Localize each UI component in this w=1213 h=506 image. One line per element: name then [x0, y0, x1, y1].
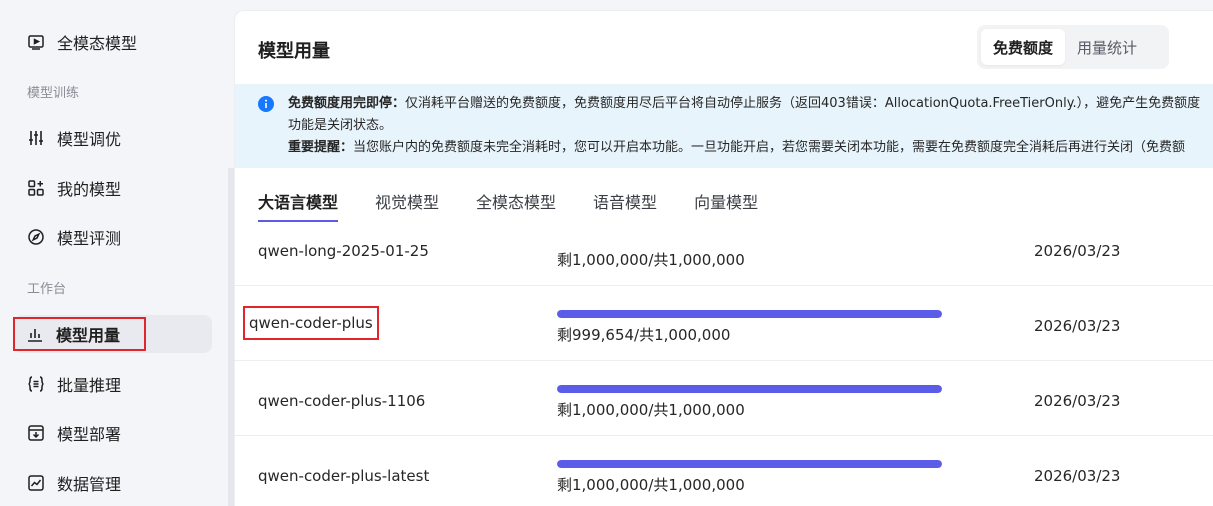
- notice-line-3-text: 当您账户内的免费额度未完全消耗时，您可以开启本功能。一旦功能开启，若您需要关闭本…: [353, 140, 1186, 155]
- table-row: qwen-long-2025-01-25 剩1,000,000/共1,000,0…: [235, 242, 1213, 286]
- compass-icon: [27, 228, 45, 246]
- notice-line-2: 功能是关闭状态。: [288, 118, 393, 133]
- app-root: 全模态模型 模型训练 模型调优 我的模型 模型评测 工作台 模型用量 批量推理 …: [0, 0, 1213, 506]
- expiry-date: 2026/03/23: [1034, 467, 1121, 485]
- notice-line-1-text: 仅消耗平台赠送的免费额度，免费额度用尽后平台将自动停止服务（返回403错误：Al…: [405, 96, 1201, 111]
- tab-llm[interactable]: 大语言模型: [258, 183, 339, 222]
- sidebar-item-label: 我的模型: [57, 180, 122, 199]
- model-type-tabs: 大语言模型 视觉模型 全模态模型 语音模型 向量模型: [258, 183, 795, 223]
- quota-progress-bar: [557, 385, 942, 393]
- table-row: qwen-coder-plus 剩999,654/共1,000,000 2026…: [235, 286, 1213, 361]
- sidebar-item-batch-inference[interactable]: 批量推理: [14, 365, 212, 403]
- table-row: qwen-coder-plus-1106 剩1,000,000/共1,000,0…: [235, 361, 1213, 436]
- model-name[interactable]: qwen-coder-plus: [243, 306, 379, 340]
- notice-line-1: 免费额度用完即停：仅消耗平台赠送的免费额度，免费额度用尽后平台将自动停止服务（返…: [288, 93, 1213, 115]
- tab-embedding[interactable]: 向量模型: [694, 183, 758, 219]
- tab-speech[interactable]: 语音模型: [593, 183, 657, 219]
- sidebar-item-model-usage[interactable]: 模型用量: [13, 317, 146, 351]
- quota-progress-fill: [557, 385, 942, 393]
- quota-table: qwen-long-2025-01-25 剩1,000,000/共1,000,0…: [235, 242, 1213, 506]
- sidebar-item-fine-tune[interactable]: 模型调优: [14, 119, 212, 157]
- info-icon: [258, 96, 274, 112]
- expiry-date: 2026/03/23: [1034, 317, 1121, 335]
- sidebar-item-label: 数据管理: [57, 475, 122, 494]
- sidebar-item-evaluation[interactable]: 模型评测: [14, 218, 212, 256]
- sidebar-item-data-management[interactable]: 数据管理: [14, 464, 212, 502]
- notice-line-3-bold: 重要提醒：: [288, 140, 354, 155]
- quota-progress-fill: [557, 310, 942, 318]
- sidebar-item-label: 模型用量: [56, 326, 121, 345]
- section-label-workbench: 工作台: [27, 282, 67, 297]
- expiry-date: 2026/03/23: [1034, 242, 1121, 260]
- model-name: qwen-long-2025-01-25: [258, 242, 429, 260]
- quota-text: 剩1,000,000/共1,000,000: [557, 476, 745, 494]
- tab-omni[interactable]: 全模态模型: [476, 183, 556, 219]
- download-box-icon: [27, 424, 45, 442]
- sidebar-item-label: 全模态模型: [57, 34, 138, 53]
- quota-progress-bar: [557, 310, 942, 318]
- sidebar-item-label: 模型部署: [57, 425, 122, 444]
- sidebar-item-label: 模型评测: [57, 229, 122, 248]
- sidebar: 全模态模型 模型训练 模型调优 我的模型 模型评测 工作台 模型用量 批量推理 …: [0, 0, 228, 506]
- sidebar-item-label: 批量推理: [57, 376, 122, 395]
- line-chart-icon: [27, 474, 45, 492]
- quota-text: 剩1,000,000/共1,000,000: [557, 401, 745, 419]
- grid-plus-icon: [27, 179, 45, 197]
- sidebar-item-label: 模型调优: [57, 130, 122, 149]
- sidebar-item-deployment[interactable]: 模型部署: [14, 414, 212, 452]
- quota-text: 剩1,000,000/共1,000,000: [557, 251, 745, 269]
- section-label-training: 模型训练: [27, 86, 80, 101]
- model-name: qwen-coder-plus-1106: [258, 392, 426, 410]
- main-panel: 模型用量 免费额度 用量统计 免费额度用完即停：仅消耗平台赠送的免费额度，免费额…: [234, 10, 1213, 506]
- quota-progress-bar: [557, 460, 942, 468]
- quota-progress-fill: [557, 460, 942, 468]
- table-row: qwen-coder-plus-latest 剩1,000,000/共1,000…: [235, 436, 1213, 506]
- notice-line-3: 重要提醒：当您账户内的免费额度未完全消耗时，您可以开启本功能。一旦功能开启，若您…: [288, 137, 1213, 159]
- quota-text: 剩999,654/共1,000,000: [557, 326, 731, 344]
- segment-free-quota[interactable]: 免费额度: [981, 29, 1066, 65]
- info-notice: 免费额度用完即停：仅消耗平台赠送的免费额度，免费额度用尽后平台将自动停止服务（返…: [235, 84, 1213, 168]
- braces-list-icon: [27, 375, 45, 393]
- tab-vision[interactable]: 视觉模型: [375, 183, 439, 219]
- play-screen-icon: [27, 33, 45, 51]
- expiry-date: 2026/03/23: [1034, 392, 1121, 410]
- notice-line-1-bold: 免费额度用完即停：: [288, 96, 406, 111]
- bar-chart-icon: [26, 325, 44, 343]
- model-name: qwen-coder-plus-latest: [258, 467, 430, 485]
- segmented-control: 免费额度 用量统计: [977, 25, 1169, 69]
- sidebar-item-omni-model[interactable]: 全模态模型: [14, 23, 212, 61]
- sliders-icon: [27, 129, 45, 147]
- page-title: 模型用量: [258, 41, 330, 62]
- sidebar-item-my-models[interactable]: 我的模型: [14, 169, 212, 207]
- segment-usage-stats[interactable]: 用量统计: [1065, 29, 1149, 65]
